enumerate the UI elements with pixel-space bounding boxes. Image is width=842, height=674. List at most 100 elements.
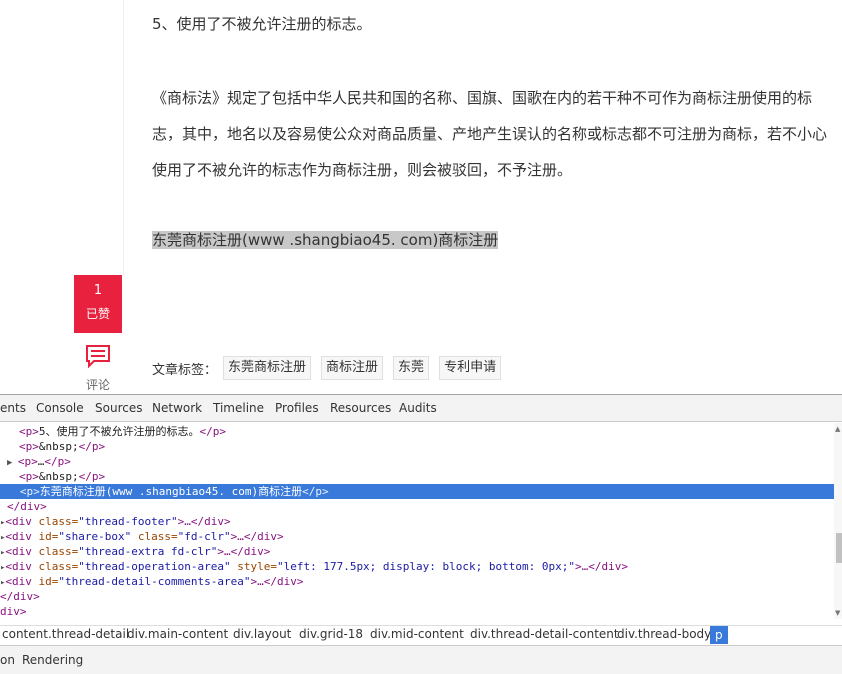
dom-tag: <p>: [19, 470, 39, 483]
dom-node-line-selected[interactable]: <p>东莞商标注册(www .shangbiao45. com)商标注册</p>: [0, 484, 834, 499]
breadcrumb-item[interactable]: div.layout: [233, 627, 291, 641]
dom-tag: </p>: [78, 470, 106, 483]
dom-tag: <p>: [17, 455, 38, 468]
tag-link[interactable]: 商标注册: [321, 356, 384, 380]
like-button[interactable]: 1 已赞: [74, 275, 122, 333]
dom-attr-name: id=: [31, 575, 59, 588]
dom-node-line[interactable]: </div>: [0, 589, 40, 604]
dom-node-line[interactable]: ▶ <p>…</p>: [7, 454, 71, 469]
dom-attr-name: id=: [31, 530, 59, 543]
dom-attr-value: "thread-detail-comments-area": [58, 575, 251, 588]
dom-attr-value: "fd-clr": [177, 530, 231, 543]
expand-triangle-icon[interactable]: ▶: [7, 458, 18, 468]
drawer-tab-emulation[interactable]: on: [0, 653, 15, 667]
dom-node-line[interactable]: <p>5、使用了不被允许注册的标志。</p>: [19, 424, 226, 439]
dom-node-line[interactable]: ▸<div class="thread-operation-area" styl…: [0, 559, 628, 574]
dom-tag: >…</div>: [574, 560, 628, 573]
dom-scrollbar[interactable]: [834, 423, 842, 619]
dom-node-line[interactable]: div>: [0, 604, 27, 619]
tab-audits[interactable]: Audits: [399, 401, 437, 415]
devtools-tab-bar: ents Console Sources Network Timeline Pr…: [0, 395, 842, 422]
dom-node-line[interactable]: ▸<div id="share-box" class="fd-clr">…</d…: [0, 529, 284, 544]
tag-link[interactable]: 东莞商标注册: [223, 356, 312, 380]
tab-timeline[interactable]: Timeline: [213, 401, 264, 415]
dom-tag: <p>: [19, 425, 39, 438]
source-link-text[interactable]: 东莞商标注册(www .shangbiao45. com)商标注册: [152, 231, 499, 249]
dom-tag: </p>: [78, 440, 106, 453]
dom-node-line[interactable]: ▸<div id="thread-detail-comments-area">……: [0, 574, 303, 589]
tab-network[interactable]: Network: [152, 401, 202, 415]
comment-label: 评论: [85, 378, 110, 392]
dom-text: &nbsp;: [38, 440, 79, 453]
dom-attr-name: style=: [230, 560, 277, 573]
dom-tag: >…</div>: [177, 515, 231, 528]
dom-tag: div>: [0, 605, 27, 618]
left-divider: [123, 0, 124, 275]
comment-button[interactable]: 评论: [74, 344, 122, 393]
dom-tag: >…</div>: [250, 575, 304, 588]
dom-node-line[interactable]: </div>: [7, 499, 47, 514]
drawer-tab-rendering[interactable]: Rendering: [22, 653, 83, 667]
trademark-law-paragraph: 《商标法》规定了包括中华人民共和国的名称、国旗、国歌在内的若干种不可作为商标注册…: [152, 89, 828, 179]
dom-tag: <div: [5, 560, 32, 573]
dom-text: 5、使用了不被允许注册的标志。: [38, 425, 200, 438]
dom-tag: </p>: [302, 485, 329, 498]
dom-attr-name: class=: [131, 530, 178, 543]
article-item-5: 5、使用了不被允许注册的标志。: [152, 15, 372, 33]
devtools-panel: ents Console Sources Network Timeline Pr…: [0, 394, 842, 674]
dom-tag: </div>: [7, 500, 47, 513]
article-source-line: 东莞商标注册(www .shangbiao45. com)商标注册: [152, 228, 832, 252]
scrollbar-thumb[interactable]: [836, 533, 842, 563]
comment-icon: [85, 344, 111, 369]
article-tags: 文章标签： 东莞商标注册 商标注册 东莞 专利申请: [152, 356, 511, 380]
dom-text: &nbsp;: [38, 470, 79, 483]
tags-label: 文章标签：: [152, 362, 218, 378]
scroll-up-arrow-icon[interactable]: ▲: [835, 425, 842, 433]
dom-node-line[interactable]: ▸<div class="thread-extra fd-clr">…</div…: [0, 544, 270, 559]
dom-attr-name: class=: [31, 545, 79, 558]
dom-tag: </p>: [199, 425, 227, 438]
breadcrumb-item[interactable]: div.mid-content: [370, 627, 464, 641]
breadcrumb: content.thread-detail div.main-content d…: [0, 625, 842, 644]
dom-tag: >…</div>: [217, 545, 271, 558]
scroll-down-arrow-icon[interactable]: ▼: [835, 609, 842, 617]
breadcrumb-item-current[interactable]: p: [710, 626, 728, 644]
like-count: 1: [93, 283, 103, 298]
dom-tag: </p>: [44, 455, 71, 468]
dom-attr-name: class=: [31, 515, 79, 528]
dom-tag: <div: [5, 530, 32, 543]
dom-tag: <div: [5, 545, 32, 558]
tab-elements[interactable]: ents: [0, 401, 26, 415]
tab-profiles[interactable]: Profiles: [275, 401, 319, 415]
tag-link[interactable]: 专利申请: [439, 356, 502, 380]
dom-node-line[interactable]: <p>&nbsp;</p>: [19, 469, 105, 484]
like-label: 已赞: [85, 307, 110, 321]
tab-resources[interactable]: Resources: [330, 401, 391, 415]
dom-attr-value: "thread-operation-area": [78, 560, 231, 573]
dom-attr-value: "left: 177.5px; display: block; bottom: …: [276, 560, 575, 573]
dom-tag: <p>: [19, 440, 39, 453]
dom-text: 东莞商标注册(www .shangbiao45. com)商标注册: [39, 485, 303, 498]
tag-link[interactable]: 东莞: [393, 356, 430, 380]
dom-tag: >…</div>: [230, 530, 284, 543]
breadcrumb-item[interactable]: div.thread-detail-content: [470, 627, 619, 641]
tab-sources[interactable]: Sources: [95, 401, 142, 415]
dom-tag: <div: [5, 515, 32, 528]
tab-console[interactable]: Console: [36, 401, 84, 415]
dom-tag: <p>: [19, 485, 40, 498]
dom-attr-value: "share-box": [58, 530, 132, 543]
dom-node-line[interactable]: ▸<div class="thread-footer">…</div>: [0, 514, 231, 529]
article-area: 5、使用了不被允许注册的标志。 《商标法》规定了包括中华人民共和国的名称、国旗、…: [0, 0, 842, 394]
dom-tree: <p>5、使用了不被允许注册的标志。</p> <p>&nbsp;</p> ▶ <…: [0, 423, 834, 619]
dom-tag: <div: [5, 575, 32, 588]
breadcrumb-item[interactable]: content.thread-detail: [2, 627, 129, 641]
breadcrumb-item[interactable]: div.main-content: [127, 627, 228, 641]
devtools-drawer-tabs: on Rendering: [0, 645, 842, 674]
dom-attr-value: "thread-footer": [78, 515, 178, 528]
dom-attr-value: "thread-extra fd-clr": [78, 545, 218, 558]
dom-tag: </div>: [0, 590, 40, 603]
dom-node-line[interactable]: <p>&nbsp;</p>: [19, 439, 105, 454]
dom-attr-name: class=: [31, 560, 79, 573]
breadcrumb-item[interactable]: div.thread-body: [617, 627, 711, 641]
breadcrumb-item[interactable]: div.grid-18: [299, 627, 363, 641]
